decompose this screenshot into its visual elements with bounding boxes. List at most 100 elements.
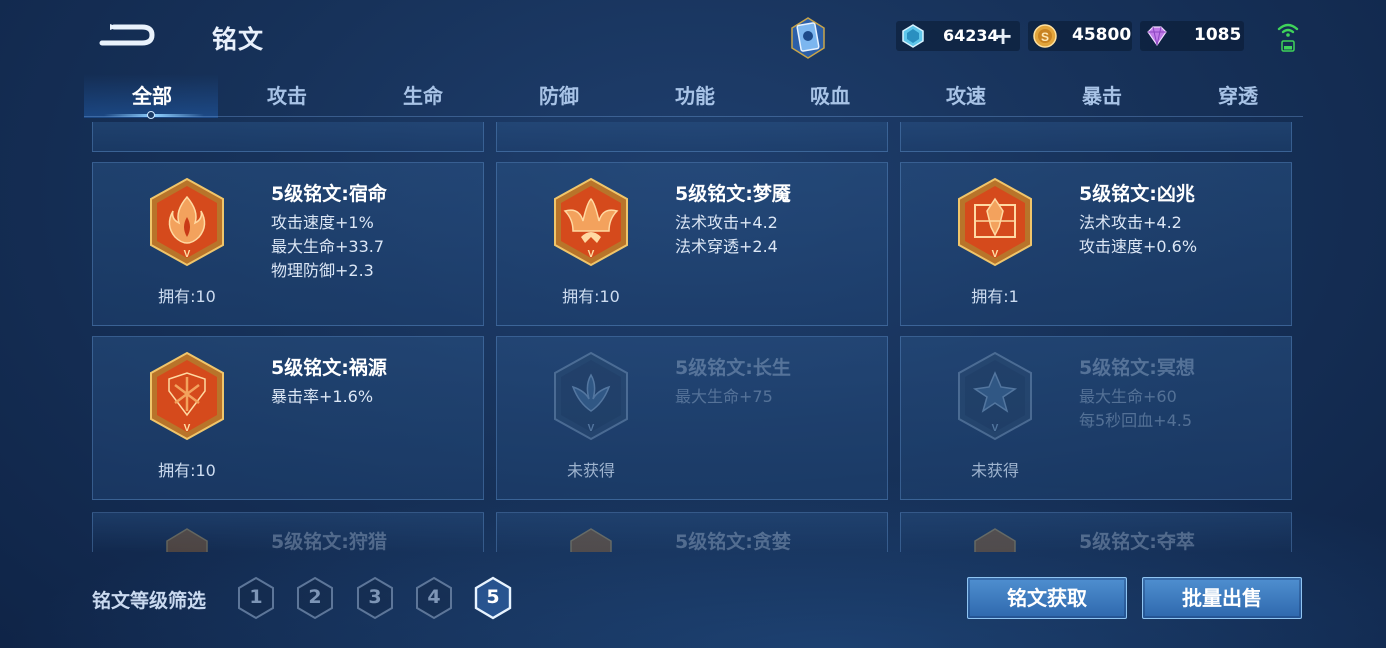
svg-text:V: V — [184, 249, 191, 260]
svg-text:V: V — [588, 423, 595, 434]
owned-count: 拥有:1 — [971, 287, 1019, 306]
diamond-balance: 1085 — [1140, 21, 1244, 51]
gold-coin-icon: S — [1033, 24, 1057, 48]
tab-critical[interactable]: 暴击 — [1034, 80, 1170, 109]
stat-line: 每5秒回血+4.5 — [1079, 411, 1193, 430]
stat-line: 法术穿透+2.4 — [675, 237, 778, 256]
nightmare-emblem-icon: V — [554, 177, 628, 267]
stat-line: 最大生命+75 — [675, 387, 773, 406]
tab-all[interactable]: 全部 — [84, 80, 220, 109]
add-coupon-button[interactable]: + — [993, 24, 1013, 48]
level-filter-1[interactable]: 1 — [236, 576, 276, 620]
owned-status: 未获得 — [566, 461, 615, 480]
tab-health[interactable]: 生命 — [355, 80, 491, 109]
emblem-icon — [166, 528, 208, 552]
network-status — [1276, 20, 1300, 54]
tab-lifesteal[interactable]: 吸血 — [762, 80, 898, 109]
inscription-stats: 暴击率+1.6% — [271, 385, 373, 409]
owned-count: 拥有:10 — [158, 287, 216, 306]
inscription-card-partial[interactable]: 5级铭文:狩猎 — [92, 512, 484, 552]
inscription-name: 5级铭文:冥想 — [1079, 357, 1195, 379]
owned-count: 拥有:10 — [158, 461, 216, 480]
tab-attack-speed[interactable]: 攻速 — [898, 80, 1034, 109]
inscription-name: 5级铭文:梦魇 — [675, 183, 791, 205]
stat-line: 最大生命+33.7 — [271, 237, 385, 256]
emblem-icon — [974, 528, 1016, 552]
level-filter-3[interactable]: 3 — [355, 576, 395, 620]
page-title: 铭文 — [212, 25, 265, 54]
inscription-name: 5级铭文:宿命 — [271, 183, 387, 205]
active-tab-dot — [147, 111, 155, 119]
inscription-card-locked[interactable]: V 5级铭文:长生 最大生命+75 未获得 — [496, 336, 888, 500]
stat-line: 法术攻击+4.2 — [675, 213, 778, 232]
inscription-name: 5级铭文:凶兆 — [1079, 183, 1195, 205]
tab-divider — [84, 116, 1303, 117]
inscription-stats: 攻击速度+1% 最大生命+33.7 物理防御+2.3 — [271, 211, 384, 283]
inscription-card-locked[interactable]: V 5级铭文:冥想 最大生命+60 每5秒回血+4.5 未获得 — [900, 336, 1292, 500]
inscription-stats: 最大生命+60 每5秒回血+4.5 — [1079, 385, 1192, 433]
svg-text:V: V — [588, 249, 595, 260]
level-number: 3 — [368, 586, 382, 608]
inscription-card-partial[interactable] — [92, 122, 484, 152]
emblem-icon — [570, 528, 612, 552]
level-number: 4 — [427, 586, 441, 608]
inscription-card-partial[interactable] — [900, 122, 1292, 152]
coupon-crystal-icon — [902, 24, 924, 48]
tab-attack[interactable]: 攻击 — [219, 80, 355, 109]
inscription-name: 5级铭文:祸源 — [271, 357, 387, 379]
coupon-balance: 64234 + — [896, 21, 1020, 51]
inscription-stats: 最大生命+75 — [675, 385, 773, 409]
longevity-emblem-icon: V — [554, 351, 628, 441]
inscription-name: 5级铭文:狩猎 — [271, 531, 387, 552]
owned-status: 未获得 — [970, 461, 1019, 480]
level-filter-5[interactable]: 5 — [473, 576, 513, 620]
hero-card-icon[interactable] — [786, 14, 830, 60]
back-button[interactable] — [96, 18, 158, 52]
stat-line: 法术攻击+4.2 — [1079, 213, 1182, 232]
bulk-sell-button[interactable]: 批量出售 — [1142, 577, 1302, 619]
meditation-emblem-icon: V — [958, 351, 1032, 441]
stat-line: 暴击率+1.6% — [271, 387, 374, 406]
flame-emblem-icon: V — [150, 177, 224, 267]
tab-utility[interactable]: 功能 — [627, 80, 763, 109]
back-arrow-icon — [99, 24, 155, 46]
inscription-name: 5级铭文:贪婪 — [675, 531, 791, 552]
omen-emblem-icon: V — [958, 177, 1032, 267]
category-tabs: 全部 攻击 生命 防御 功能 吸血 攻速 暴击 穿透 — [84, 74, 1306, 119]
stat-line: 最大生命+60 — [1079, 387, 1177, 406]
inscription-card-partial[interactable] — [496, 122, 888, 152]
calamity-emblem-icon: V — [150, 351, 224, 441]
inscription-card[interactable]: V 5级铭文:凶兆 法术攻击+4.2 攻击速度+0.6% 拥有:1 — [900, 162, 1292, 326]
inscription-card-partial[interactable]: 5级铭文:贪婪 — [496, 512, 888, 552]
gold-balance: S 45800 — [1028, 21, 1132, 51]
level-filter-2[interactable]: 2 — [295, 576, 335, 620]
svg-text:S: S — [1041, 30, 1049, 44]
coupon-value: 64234 — [943, 26, 999, 45]
owned-count: 拥有:10 — [562, 287, 620, 306]
stat-line: 攻击速度+1% — [271, 213, 374, 232]
inscription-name: 5级铭文:夺萃 — [1079, 531, 1195, 552]
inscription-stats: 法术攻击+4.2 攻击速度+0.6% — [1079, 211, 1197, 259]
diamond-value: 1085 — [1194, 25, 1242, 45]
stat-line: 攻击速度+0.6% — [1079, 237, 1198, 256]
inscription-card[interactable]: V 5级铭文:宿命 攻击速度+1% 最大生命+33.7 物理防御+2.3 拥有:… — [92, 162, 484, 326]
stat-line: 物理防御+2.3 — [271, 261, 374, 280]
level-filter-4[interactable]: 4 — [414, 576, 454, 620]
level-number: 5 — [486, 586, 500, 608]
level-number: 2 — [308, 586, 322, 608]
svg-text:V: V — [184, 423, 191, 434]
inscription-name: 5级铭文:长生 — [675, 357, 791, 379]
diamond-icon — [1147, 26, 1167, 47]
svg-text:V: V — [992, 249, 999, 260]
acquire-inscription-button[interactable]: 铭文获取 — [967, 577, 1127, 619]
tab-defense[interactable]: 防御 — [491, 80, 627, 109]
inscription-stats: 法术攻击+4.2 法术穿透+2.4 — [675, 211, 778, 259]
inscription-card[interactable]: V 5级铭文:梦魇 法术攻击+4.2 法术穿透+2.4 拥有:10 — [496, 162, 888, 326]
inscription-card-partial[interactable]: 5级铭文:夺萃 — [900, 512, 1292, 552]
background-wave — [0, 478, 1386, 648]
tab-penetration[interactable]: 穿透 — [1170, 80, 1306, 109]
svg-text:V: V — [992, 423, 999, 434]
inscription-card[interactable]: V 5级铭文:祸源 暴击率+1.6% 拥有:10 — [92, 336, 484, 500]
level-number: 1 — [249, 586, 263, 608]
level-filter-label: 铭文等级筛选 — [92, 590, 207, 612]
